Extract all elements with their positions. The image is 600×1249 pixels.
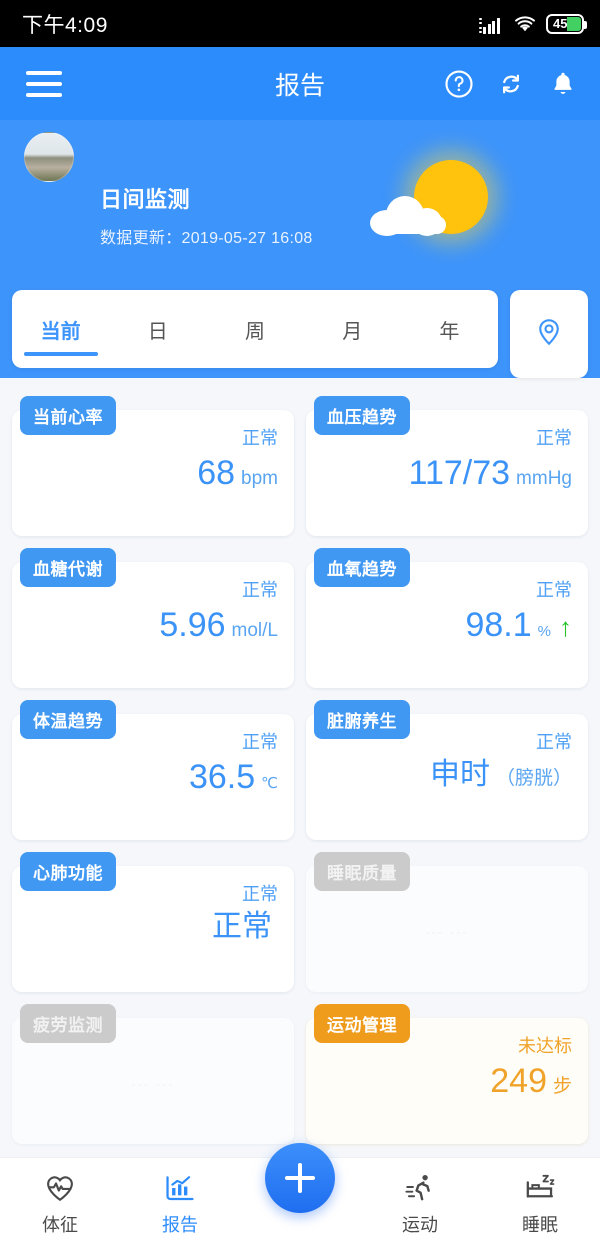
tab-label: 日 (147, 320, 168, 343)
bottom-navigation: 体征 报告 运动 睡眠 (0, 1143, 600, 1249)
card-value: 5.96 (159, 606, 226, 644)
tab-week[interactable]: 周 (206, 290, 303, 368)
card-badge: 脏腑养生 (314, 700, 410, 739)
status-bar-time: 下午4:09 (22, 13, 108, 37)
battery-level: 45 (553, 16, 568, 31)
card-status: 正常 (536, 580, 572, 600)
metric-card[interactable]: 血糖代谢 正常 5.96 mol/L (12, 548, 294, 688)
metrics-grid: 当前心率 正常 68 bpm 血压趋势 正常 117/73 mmHg 血糖代谢 … (0, 378, 600, 1144)
wifi-icon (513, 14, 537, 34)
nav-item-sleep[interactable]: 睡眠 (480, 1171, 600, 1237)
card-unit: bpm (241, 468, 278, 489)
nav-item-vitals[interactable]: 体征 (0, 1171, 120, 1237)
period-tabs: 当前 日 周 月 年 (0, 290, 600, 378)
metric-card-disabled[interactable]: 睡眠质量 --- --- (306, 852, 588, 992)
nav-item-label: 体征 (42, 1214, 78, 1235)
card-placeholder: --- --- (131, 1076, 175, 1092)
hero-subtitle: 数据更新：2019-05-27 16:08 (100, 230, 313, 247)
card-value: 68 (197, 454, 236, 492)
location-pin-icon (534, 317, 564, 352)
card-status: 正常 (536, 428, 572, 448)
metric-card[interactable]: 血氧趋势 正常 98.1 % ↑ (306, 548, 588, 688)
card-badge: 当前心率 (20, 396, 116, 435)
heart-pulse-icon (43, 1171, 77, 1205)
card-unit: （膀胱） (495, 768, 572, 789)
card-badge: 睡眠质量 (314, 852, 410, 891)
hero-section: 日间监测 数据更新：2019-05-27 16:08 当前 日 周 月 年 (0, 120, 600, 378)
refresh-sync-icon[interactable] (496, 69, 526, 99)
card-status: 未达标 (518, 1036, 572, 1056)
card-value: 117/73 (408, 454, 511, 492)
card-badge: 疲劳监测 (20, 1004, 116, 1043)
tab-year[interactable]: 年 (401, 290, 498, 368)
card-status: 正常 (242, 884, 278, 904)
card-badge: 血糖代谢 (20, 548, 116, 587)
card-placeholder: --- --- (425, 924, 469, 940)
card-badge: 血氧趋势 (314, 548, 410, 587)
card-status: 正常 (242, 580, 278, 600)
metric-card[interactable]: 心肺功能 正常 正常 (12, 852, 294, 992)
card-badge: 血压趋势 (314, 396, 410, 435)
tab-month[interactable]: 月 (304, 290, 401, 368)
tab-label: 月 (342, 320, 363, 343)
card-unit: 步 (552, 1076, 572, 1097)
metric-card[interactable]: 体温趋势 正常 36.5 ℃ (12, 700, 294, 840)
card-status: 正常 (242, 428, 278, 448)
card-status: 正常 (536, 732, 572, 752)
nav-item-label: 报告 (162, 1214, 198, 1235)
card-value: 249 (490, 1062, 547, 1100)
metric-card[interactable]: 脏腑养生 正常 申时 （膀胱） (306, 700, 588, 840)
card-value: 正常 (212, 910, 272, 943)
tab-label: 当前 (40, 320, 81, 343)
metric-card[interactable]: 当前心率 正常 68 bpm (12, 396, 294, 536)
running-icon (403, 1171, 437, 1205)
nav-item-exercise[interactable]: 运动 (360, 1171, 480, 1237)
card-badge: 体温趋势 (20, 700, 116, 739)
tab-current[interactable]: 当前 (12, 290, 109, 368)
card-badge: 心肺功能 (20, 852, 116, 891)
card-unit: % (537, 623, 551, 640)
location-button[interactable] (510, 290, 588, 378)
nav-item-label: 睡眠 (522, 1214, 558, 1235)
app-bar: 报告 (0, 47, 600, 120)
card-unit: ℃ (261, 775, 278, 792)
tab-label: 周 (245, 320, 265, 343)
metric-card[interactable]: 运动管理 未达标 249 步 (306, 1004, 588, 1144)
card-value: 98.1 (465, 606, 532, 644)
notification-bell-icon[interactable] (548, 69, 578, 99)
trend-up-arrow-icon: ↑ (559, 612, 572, 642)
card-unit: mol/L (231, 620, 278, 641)
card-badge: 运动管理 (314, 1004, 410, 1043)
card-unit: mmHg (516, 468, 572, 489)
signal-bars-icon (478, 17, 505, 34)
hero-title: 日间监测 (100, 187, 191, 212)
user-avatar[interactable] (24, 132, 74, 182)
sun-cloud-icon (368, 158, 488, 258)
help-circle-icon[interactable] (444, 69, 474, 99)
card-value: 申时 (429, 758, 490, 791)
add-button[interactable] (265, 1143, 335, 1213)
hamburger-menu-icon[interactable] (26, 70, 62, 97)
metric-card-disabled[interactable]: 疲劳监测 --- --- (12, 1004, 294, 1144)
tab-day[interactable]: 日 (109, 290, 206, 368)
card-status: 正常 (242, 732, 278, 752)
card-value: 36.5 (188, 758, 256, 796)
bar-chart-icon (163, 1171, 197, 1205)
status-bar: 下午4:09 45 (0, 0, 600, 47)
battery-icon: 45 (546, 13, 587, 34)
sleep-bed-icon (523, 1171, 557, 1205)
status-bar-icons: 45 (478, 13, 587, 34)
metric-card[interactable]: 血压趋势 正常 117/73 mmHg (306, 396, 588, 536)
nav-item-report[interactable]: 报告 (120, 1171, 240, 1237)
tab-label: 年 (439, 320, 460, 343)
nav-item-label: 运动 (402, 1214, 438, 1235)
